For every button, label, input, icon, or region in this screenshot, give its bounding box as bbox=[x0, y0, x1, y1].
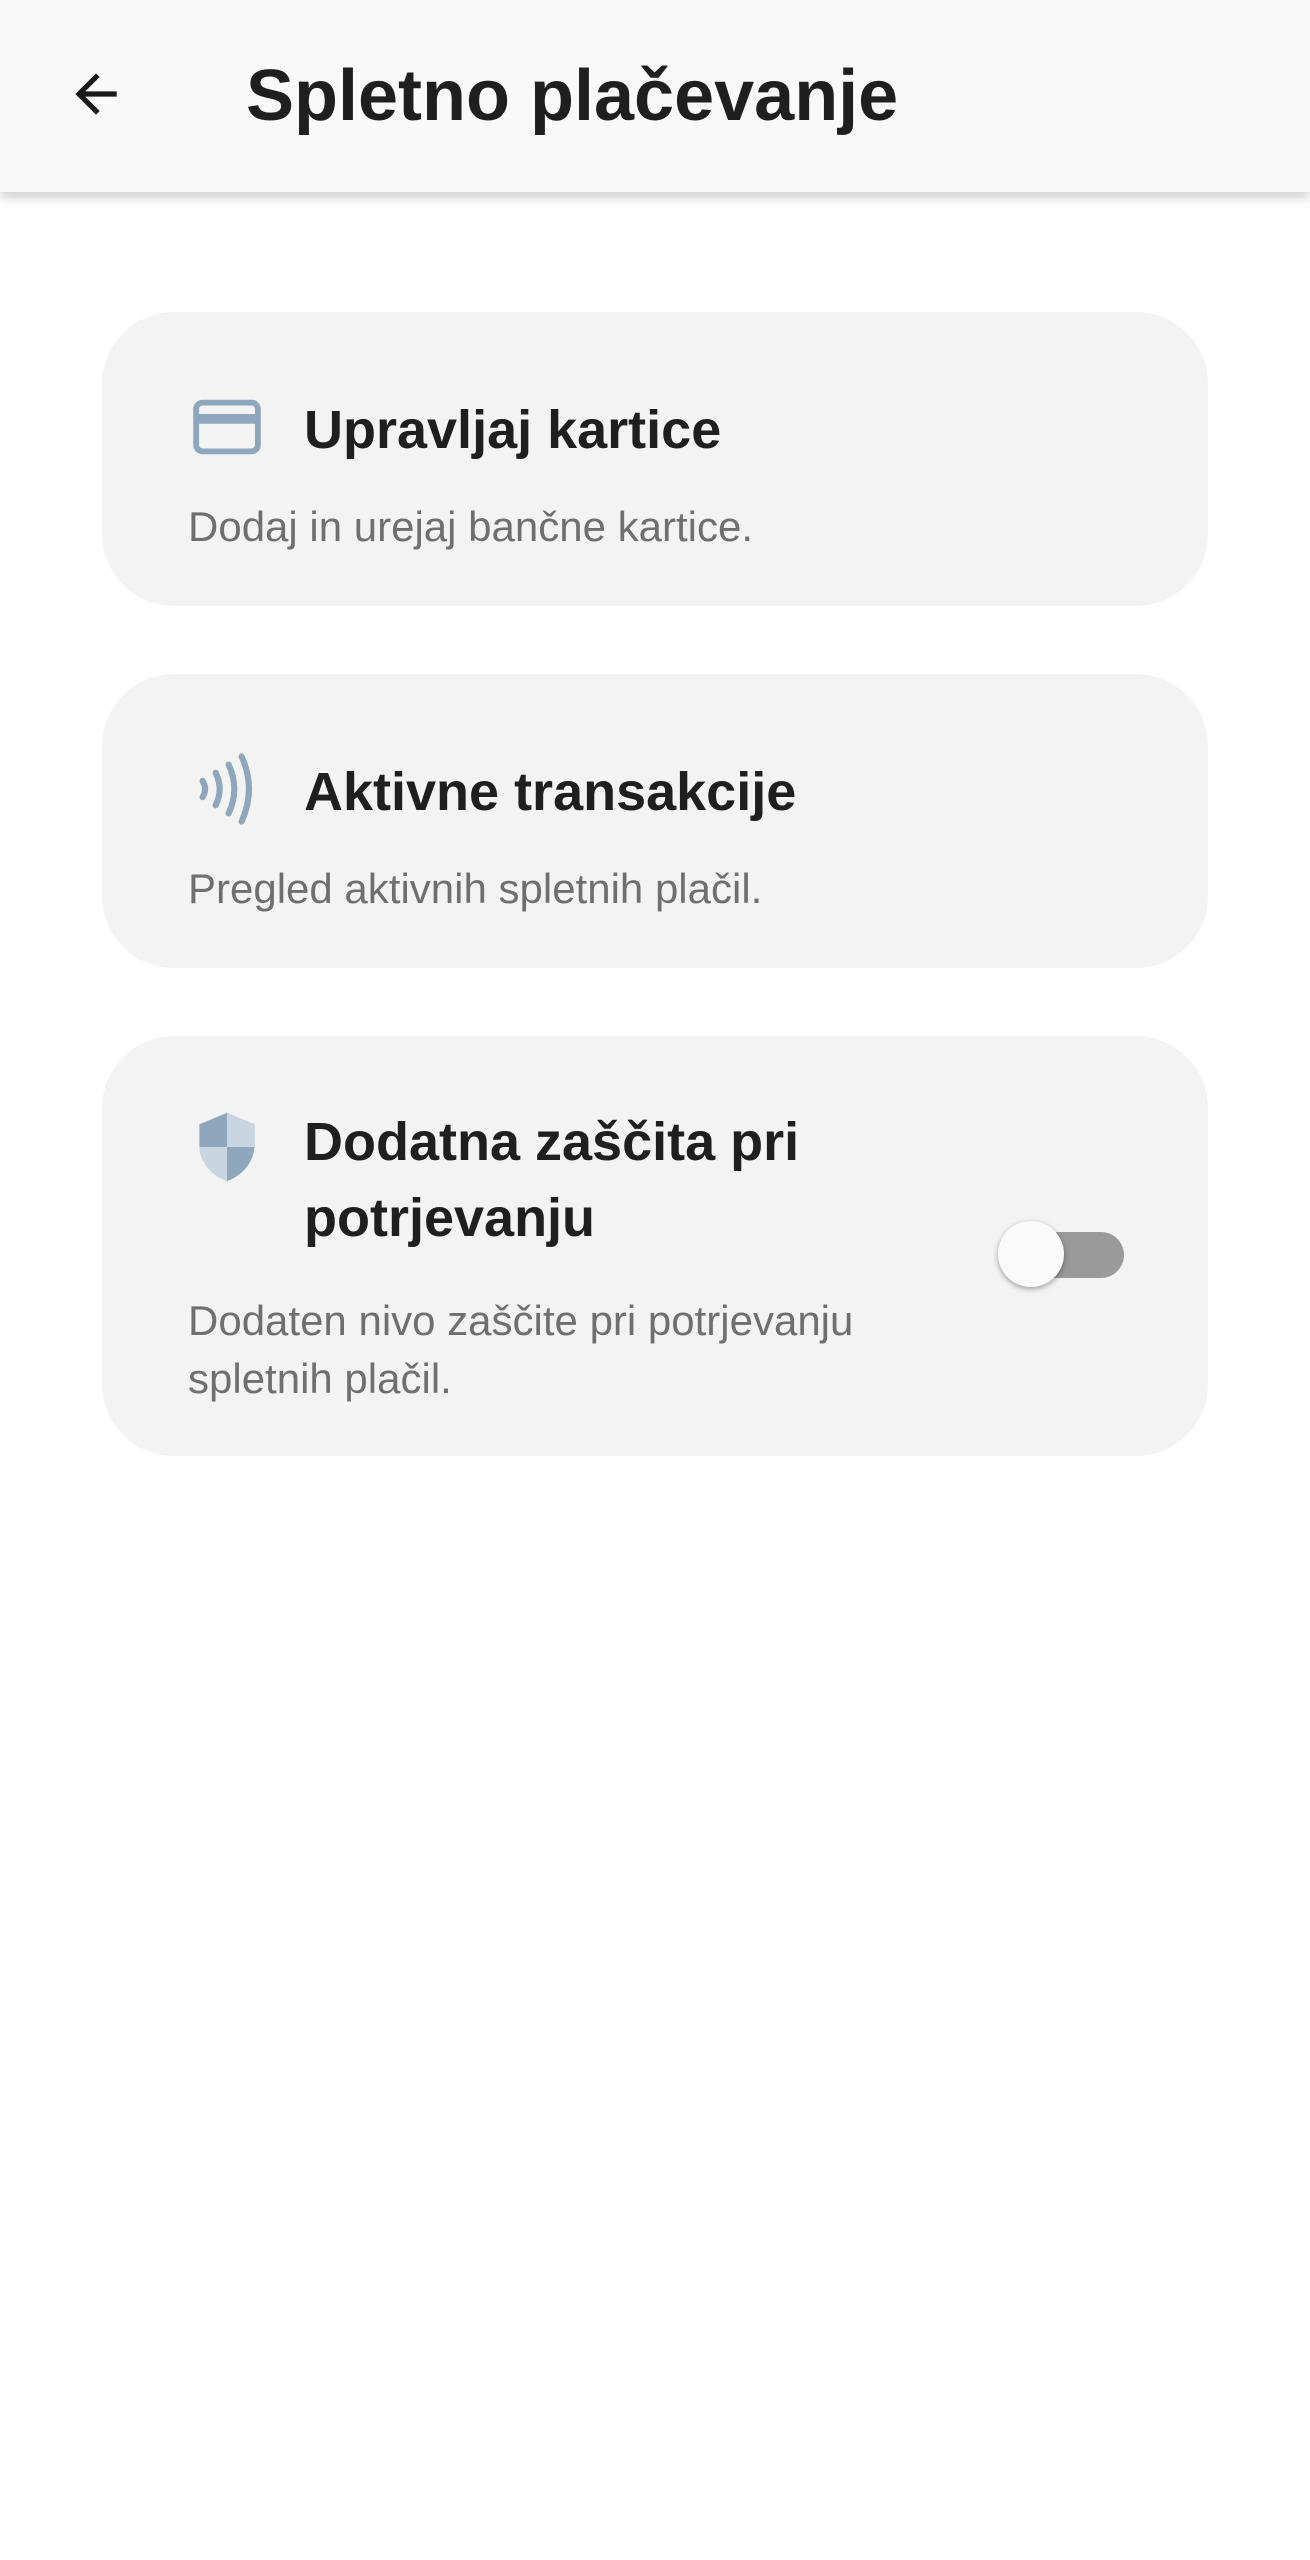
arrow-back-icon bbox=[65, 63, 127, 130]
app-bar: Spletno plačevanje bbox=[0, 0, 1310, 192]
active-transactions-subtitle: Pregled aktivnih spletnih plačil. bbox=[188, 865, 763, 912]
manage-cards-subtitle: Dodaj in urejaj bančne kartice. bbox=[188, 503, 753, 550]
manage-cards-item[interactable]: Upravljaj kartice Dodaj in urejaj bančne… bbox=[102, 312, 1208, 606]
active-transactions-title: Aktivne transakcije bbox=[304, 762, 797, 822]
extra-protection-subtitle: Dodaten nivo zaščite pri potrjevanju spl… bbox=[188, 1297, 854, 1402]
page-title: Spletno plačevanje bbox=[246, 56, 899, 136]
toggle-knob bbox=[998, 1221, 1064, 1287]
shield-icon bbox=[188, 1108, 266, 1186]
active-transactions-item[interactable]: Aktivne transakcije Pregled aktivnih spl… bbox=[102, 674, 1208, 968]
back-button[interactable] bbox=[50, 50, 142, 142]
extra-protection-toggle[interactable] bbox=[998, 1218, 1126, 1290]
settings-list: Upravljaj kartice Dodaj in urejaj bančne… bbox=[102, 312, 1208, 1524]
credit-card-icon bbox=[188, 388, 266, 466]
manage-cards-title: Upravljaj kartice bbox=[304, 400, 722, 460]
extra-protection-item[interactable]: Dodatna zaščita pri potrjevanju Dodaten … bbox=[102, 1036, 1208, 1456]
contactless-icon bbox=[188, 750, 266, 828]
extra-protection-title: Dodatna zaščita pri potrjevanju bbox=[304, 1112, 800, 1248]
